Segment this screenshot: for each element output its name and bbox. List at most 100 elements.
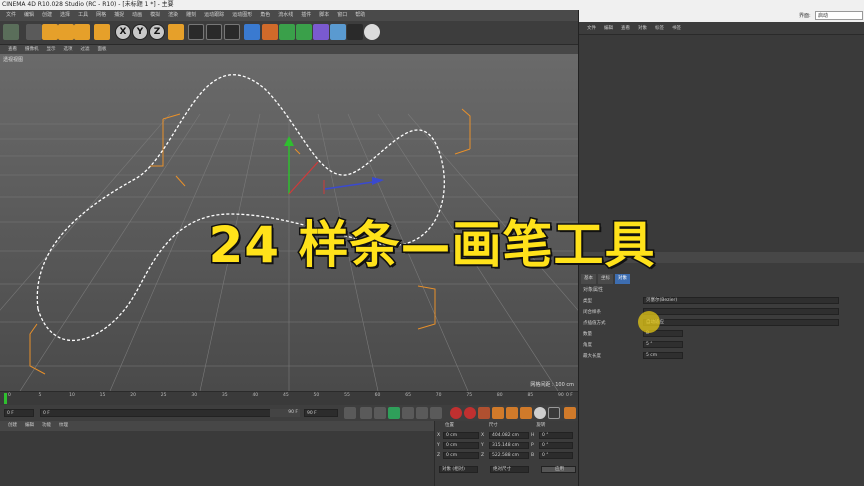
scale-icon[interactable] bbox=[58, 24, 74, 40]
goto-start-icon[interactable] bbox=[344, 407, 356, 419]
viewport-menu-item[interactable]: 查看 bbox=[4, 45, 21, 54]
menu-item[interactable]: 雕刻 bbox=[182, 10, 200, 21]
menu-item[interactable]: 文件 bbox=[2, 10, 20, 21]
environment-icon[interactable] bbox=[330, 24, 346, 40]
current-frame-field[interactable]: 0 F bbox=[40, 409, 300, 417]
coord-size-field[interactable]: 522.588 cm bbox=[489, 451, 529, 459]
menu-item[interactable]: 动画 bbox=[128, 10, 146, 21]
material-menu-item[interactable]: 功能 bbox=[38, 421, 55, 431]
menu-item[interactable]: 创建 bbox=[38, 10, 56, 21]
attribute-value[interactable]: 5 ° bbox=[643, 341, 683, 348]
menu-item[interactable]: 选择 bbox=[56, 10, 74, 21]
coord-size-field[interactable]: 315.148 cm bbox=[489, 441, 529, 449]
move-icon[interactable] bbox=[42, 24, 58, 40]
object-menu-item[interactable]: 编辑 bbox=[600, 24, 617, 34]
menu-item[interactable]: 运动跟踪 bbox=[200, 10, 228, 21]
coord-rotation-field[interactable]: 0 ° bbox=[539, 441, 573, 449]
light-icon[interactable] bbox=[364, 24, 380, 40]
render-picture-icon[interactable] bbox=[206, 24, 222, 40]
size-mode-dropdown[interactable]: 绝对尺寸 bbox=[489, 465, 529, 473]
menu-item[interactable]: 运动图形 bbox=[228, 10, 256, 21]
menu-item[interactable]: 模拟 bbox=[146, 10, 164, 21]
attribute-value[interactable]: 5 cm bbox=[643, 352, 683, 359]
viewport-menu-item[interactable]: 显示 bbox=[43, 45, 60, 54]
object-menu-item[interactable]: 查看 bbox=[617, 24, 634, 34]
camera-icon[interactable] bbox=[347, 24, 363, 40]
menu-item[interactable]: 网格 bbox=[92, 10, 110, 21]
start-frame-field[interactable]: 0 F bbox=[4, 409, 34, 417]
autokey-icon[interactable] bbox=[464, 407, 476, 419]
menu-item[interactable]: 帮助 bbox=[351, 10, 369, 21]
rotate-icon[interactable] bbox=[74, 24, 90, 40]
end-frame-field[interactable]: 90 F bbox=[270, 409, 300, 417]
menu-item[interactable]: 角色 bbox=[256, 10, 274, 21]
prev-frame-icon[interactable] bbox=[374, 407, 386, 419]
timeline-tick-label: 10 bbox=[69, 393, 75, 398]
key-rotation-icon[interactable] bbox=[520, 407, 532, 419]
apply-button[interactable]: 应用 bbox=[540, 465, 577, 473]
timeline-window-icon[interactable] bbox=[564, 407, 576, 419]
attribute-value[interactable]: 贝塞尔(Bezier) bbox=[643, 297, 839, 304]
coord-rotation-field[interactable]: 0 ° bbox=[539, 451, 573, 459]
x-axis-button[interactable]: X bbox=[115, 24, 131, 40]
attribute-value[interactable]: 自动适应 bbox=[643, 319, 839, 326]
menu-item[interactable]: 窗口 bbox=[333, 10, 351, 21]
coordinate-system-icon[interactable] bbox=[168, 24, 184, 40]
attribute-value[interactable] bbox=[643, 308, 839, 315]
menu-item[interactable]: 捕捉 bbox=[110, 10, 128, 21]
layout-dropdown[interactable]: 启动 bbox=[815, 11, 863, 20]
key-scale-icon[interactable] bbox=[506, 407, 518, 419]
record-icon[interactable] bbox=[450, 407, 462, 419]
undo-icon[interactable] bbox=[3, 24, 19, 40]
z-axis-button[interactable]: Z bbox=[149, 24, 165, 40]
prev-key-icon[interactable] bbox=[360, 407, 372, 419]
menu-item[interactable]: 工具 bbox=[74, 10, 92, 21]
timeline-ruler[interactable]: 0 F 0 5 10 15 20 25 30 35 40 45 50 55 60 65 70 75 80 85 90 bbox=[0, 391, 578, 405]
material-menu-item[interactable]: 纹理 bbox=[55, 421, 72, 431]
menu-item[interactable]: 编辑 bbox=[20, 10, 38, 21]
coord-position-field[interactable]: 0 cm bbox=[443, 431, 479, 439]
deformer-icon[interactable] bbox=[313, 24, 329, 40]
next-key-icon[interactable] bbox=[416, 407, 428, 419]
object-menu-item[interactable]: 对象 bbox=[634, 24, 651, 34]
next-frame-icon[interactable] bbox=[402, 407, 414, 419]
menu-item[interactable]: 流水线 bbox=[274, 10, 297, 21]
array-icon[interactable] bbox=[296, 24, 312, 40]
viewport-menu-item[interactable]: 摄像机 bbox=[21, 45, 43, 54]
viewport-menu-item[interactable]: 面板 bbox=[94, 45, 111, 54]
keyframe-selection-icon[interactable] bbox=[478, 407, 490, 419]
menu-item[interactable]: 脚本 bbox=[315, 10, 333, 21]
viewport-menu-item[interactable]: 过滤 bbox=[77, 45, 94, 54]
coord-rotation-field[interactable]: 0 ° bbox=[539, 431, 573, 439]
menu-item[interactable]: 渲染 bbox=[164, 10, 182, 21]
key-pla-icon[interactable] bbox=[548, 407, 560, 419]
nurbs-icon[interactable] bbox=[279, 24, 295, 40]
coord-size-field[interactable]: 404.082 cm bbox=[489, 431, 529, 439]
coord-mode-dropdown[interactable]: 对象 (相对) bbox=[439, 465, 478, 473]
render-settings-icon[interactable] bbox=[224, 24, 240, 40]
coord-position-field[interactable]: 0 cm bbox=[443, 441, 479, 449]
material-menu-item[interactable]: 编辑 bbox=[21, 421, 38, 431]
object-menu-item[interactable]: 文件 bbox=[583, 24, 600, 34]
add-icon[interactable] bbox=[94, 24, 110, 40]
main-menubar: 文件 编辑 创建 选择 工具 网格 捕捉 动画 模拟 渲染 雕刻 运动跟踪 运动图形 角色 流水线 插件 脚本窗… bbox=[0, 10, 578, 21]
play-icon[interactable] bbox=[388, 407, 400, 419]
material-menu-item[interactable]: 创建 bbox=[4, 421, 21, 431]
viewport-menu-item[interactable]: 选项 bbox=[60, 45, 77, 54]
menu-item[interactable]: 插件 bbox=[297, 10, 315, 21]
y-axis-button[interactable]: Y bbox=[132, 24, 148, 40]
coord-position-field[interactable]: 0 cm bbox=[443, 451, 479, 459]
object-menu-item[interactable]: 标签 bbox=[651, 24, 668, 34]
key-param-icon[interactable] bbox=[534, 407, 546, 419]
object-menu-item[interactable]: 书签 bbox=[668, 24, 685, 34]
pen-spline-icon[interactable] bbox=[262, 24, 278, 40]
cube-icon[interactable] bbox=[244, 24, 260, 40]
playhead-marker[interactable] bbox=[4, 393, 7, 404]
key-position-icon[interactable] bbox=[492, 407, 504, 419]
render-view-icon[interactable] bbox=[188, 24, 204, 40]
window-title: CINEMA 4D R10.028 Studio (RC - R10) - [未… bbox=[0, 0, 864, 10]
select-arrow-icon[interactable] bbox=[26, 24, 42, 40]
material-manager[interactable] bbox=[0, 431, 434, 486]
goto-end-icon[interactable] bbox=[430, 407, 442, 419]
end-frame-field-2[interactable]: 90 F bbox=[304, 409, 338, 417]
